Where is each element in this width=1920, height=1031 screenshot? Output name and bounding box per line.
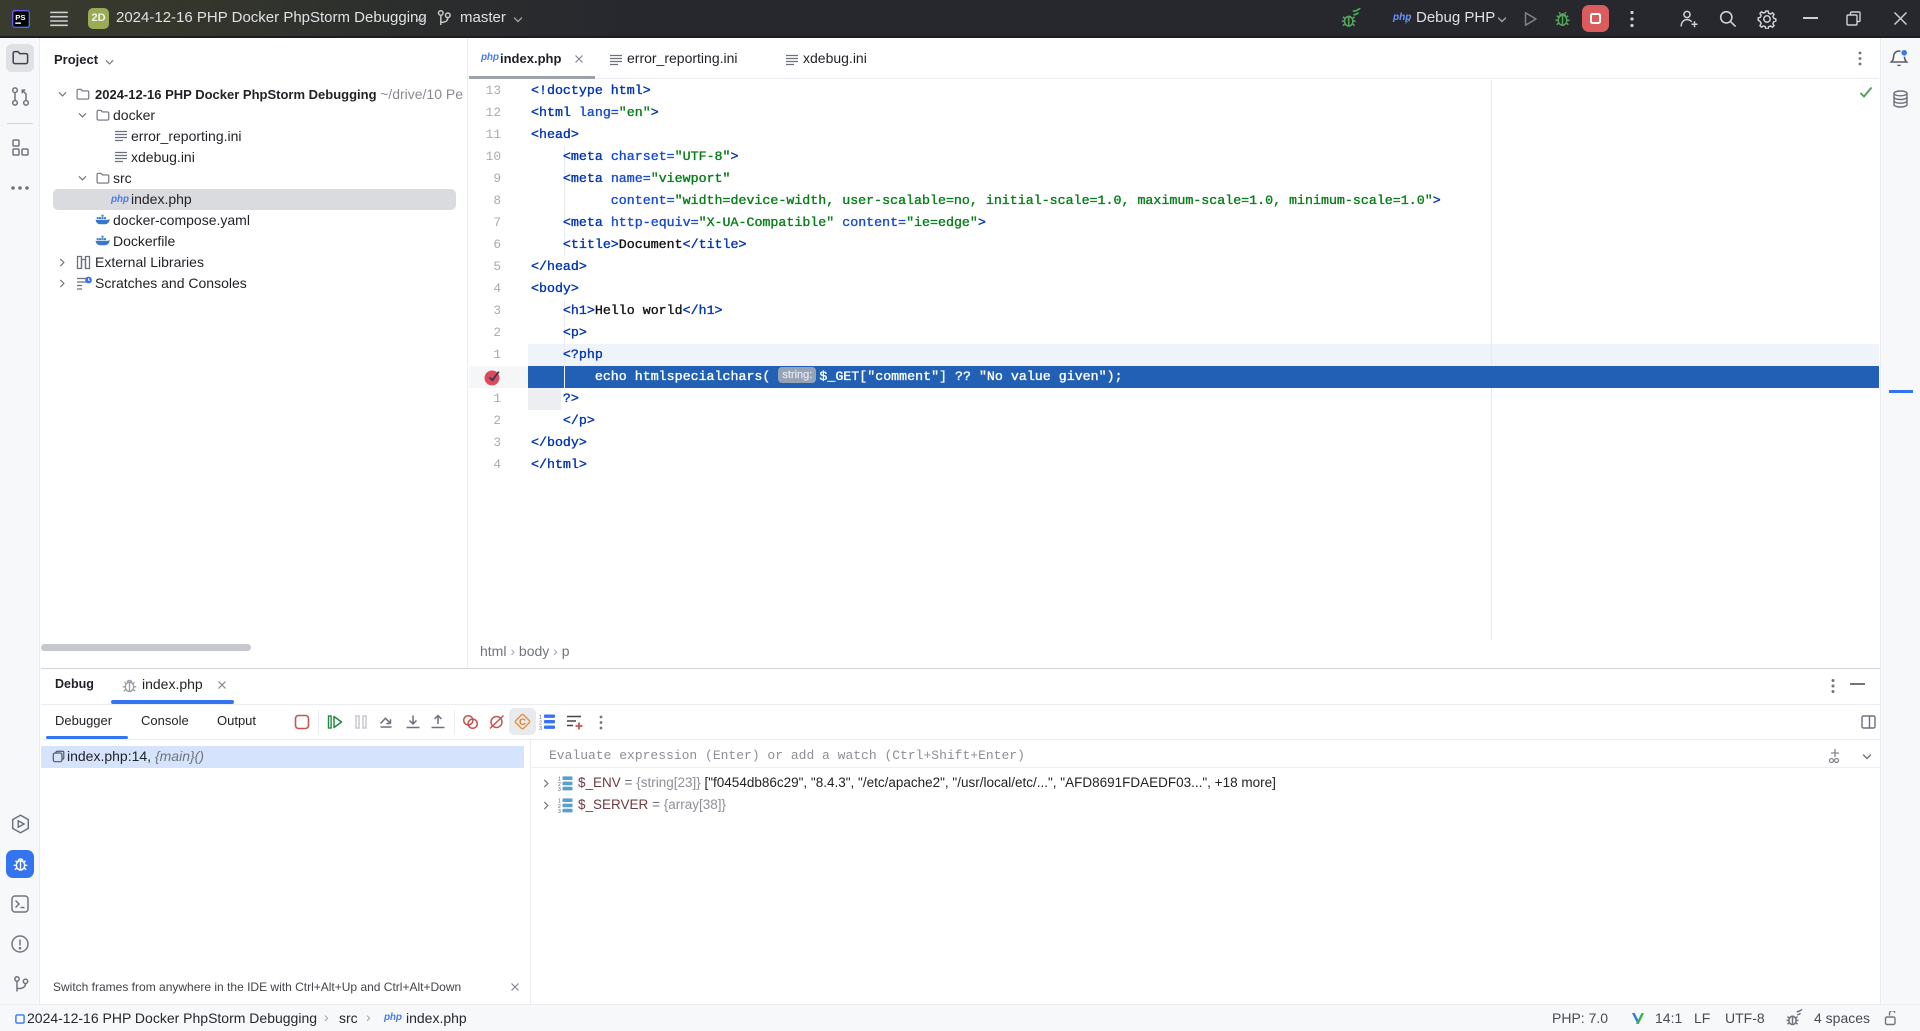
svg-text:C: C (519, 717, 526, 728)
svg-text:3: 3 (558, 809, 561, 813)
svg-text:3: 3 (558, 787, 561, 791)
svg-text:PS: PS (15, 13, 25, 22)
svg-text:3: 3 (539, 726, 542, 730)
